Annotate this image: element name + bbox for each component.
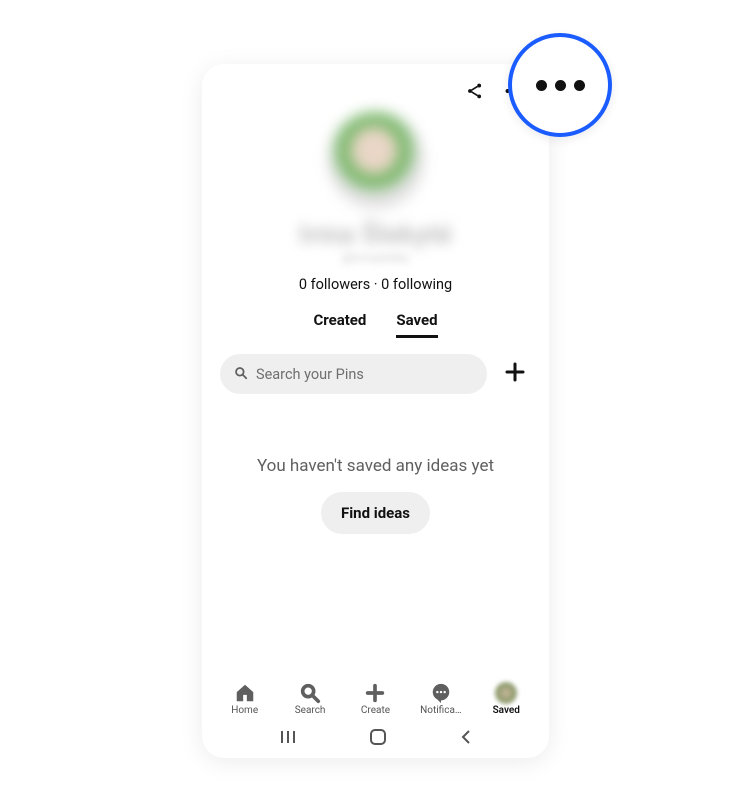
nav-search[interactable]: Search <box>279 682 341 716</box>
nav-saved[interactable]: Saved <box>475 682 537 716</box>
back-button[interactable] <box>459 729 473 749</box>
phone-frame: Irma Šlekyté @irmasleky 0 followers · 0 … <box>202 64 549 758</box>
nav-notifications[interactable]: Notifica… <box>410 682 472 716</box>
nav-label: Create <box>361 705 390 716</box>
tab-created[interactable]: Created <box>313 311 366 338</box>
profile-tabs: Created Saved <box>313 311 437 338</box>
follower-stats[interactable]: 0 followers · 0 following <box>299 276 452 293</box>
nav-label: Notifica… <box>420 705 461 716</box>
display-name: Irma Šlekyté <box>299 222 452 249</box>
nav-home[interactable]: Home <box>214 682 276 716</box>
share-icon[interactable] <box>465 81 485 105</box>
search-icon <box>234 365 248 384</box>
bottom-nav: Home Search Create Notifica… <box>202 682 549 720</box>
dot-icon <box>574 80 585 91</box>
nav-label: Saved <box>493 705 520 716</box>
find-ideas-button[interactable]: Find ideas <box>321 492 430 534</box>
topbar <box>202 64 549 106</box>
dot-icon <box>536 80 547 91</box>
search-row: Search your Pins <box>202 338 549 394</box>
avatar[interactable] <box>328 112 424 208</box>
empty-message: You haven't saved any ideas yet <box>257 456 494 476</box>
system-nav-bar <box>202 720 549 758</box>
recent-apps-button[interactable] <box>278 729 298 749</box>
chat-icon <box>430 682 452 704</box>
nav-label: Home <box>231 705 258 716</box>
add-button[interactable] <box>499 356 531 392</box>
dot-icon <box>555 80 566 91</box>
plus-icon <box>364 682 386 704</box>
profile-screen: Irma Šlekyté @irmasleky 0 followers · 0 … <box>202 64 549 758</box>
nav-create[interactable]: Create <box>344 682 406 716</box>
profile-thumb-icon <box>495 682 517 704</box>
home-icon <box>234 682 256 704</box>
search-placeholder: Search your Pins <box>256 366 364 383</box>
nav-label: Search <box>295 705 326 716</box>
search-input[interactable]: Search your Pins <box>220 354 487 394</box>
empty-state: You haven't saved any ideas yet Find ide… <box>202 456 549 534</box>
home-button[interactable] <box>369 728 387 750</box>
username: @irmasleky <box>342 251 409 266</box>
profile-header: Irma Šlekyté @irmasleky 0 followers · 0 … <box>202 106 549 338</box>
more-options-callout[interactable] <box>508 33 612 137</box>
tab-saved[interactable]: Saved <box>396 311 437 338</box>
search-icon <box>299 682 321 704</box>
